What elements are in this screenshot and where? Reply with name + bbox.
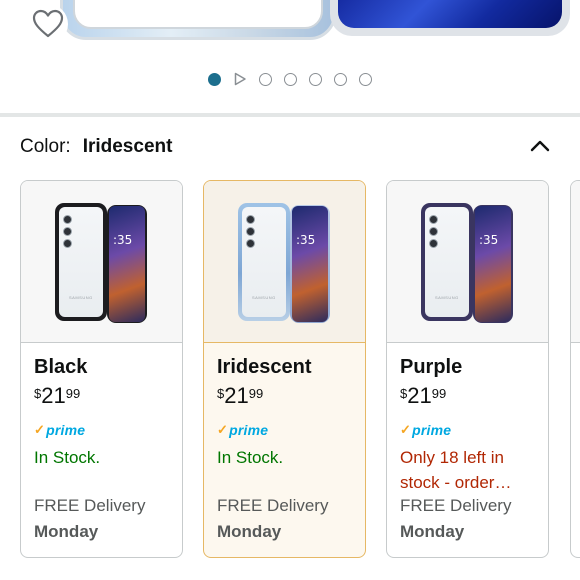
delivery-info: FREE Delivery Monday bbox=[400, 496, 512, 541]
prime-badge: ✓ prime bbox=[34, 422, 86, 438]
carousel-dot[interactable] bbox=[334, 72, 347, 86]
section-divider bbox=[0, 113, 580, 117]
color-selector-header[interactable]: Color: Iridescent bbox=[20, 134, 560, 160]
product-image-case-back bbox=[60, 0, 336, 40]
selected-color-value: Iridescent bbox=[82, 136, 173, 157]
color-variant-card-purple[interactable]: SAMSUNG :35 Purple $21 99 ✓ prime Only 18 … bbox=[386, 180, 549, 558]
variant-image: SAMSUNG :35 bbox=[204, 181, 365, 343]
prime-badge: ✓ prime bbox=[217, 422, 269, 438]
prime-check-icon: ✓ bbox=[217, 422, 229, 437]
variant-name: Purple bbox=[400, 356, 463, 378]
variant-image: SAMSUNG :35 bbox=[21, 181, 182, 343]
availability-text: Only 18 left in stock - order… bbox=[400, 448, 512, 492]
variant-price: $21 99 bbox=[400, 383, 447, 408]
carousel-video-play-icon[interactable] bbox=[233, 72, 247, 86]
color-variant-card-iridescent[interactable]: SAMSUNG :35 Iridescent $21 99 ✓ prime In S… bbox=[203, 180, 366, 558]
delivery-info: FREE Delivery Monday bbox=[217, 496, 329, 541]
availability-text: In Stock. bbox=[34, 448, 101, 467]
chevron-up-icon[interactable] bbox=[528, 134, 552, 158]
prime-check-icon: ✓ bbox=[34, 422, 46, 437]
carousel-dot[interactable] bbox=[284, 72, 297, 86]
variant-name: Iridescent bbox=[217, 356, 312, 378]
variant-price: $21 99 bbox=[217, 383, 264, 408]
carousel-dot[interactable] bbox=[309, 72, 322, 86]
delivery-info: FREE Delivery Monday bbox=[34, 496, 146, 541]
product-image-case-front bbox=[330, 0, 570, 36]
product-image-carousel[interactable] bbox=[0, 0, 580, 112]
carousel-dot[interactable] bbox=[259, 72, 272, 86]
prime-badge: ✓ prime bbox=[400, 422, 452, 438]
availability-text: In Stock. bbox=[217, 448, 284, 467]
color-variant-card-black[interactable]: SAMSUNG :35 Black $21 99 ✓ prime In Stock.… bbox=[20, 180, 183, 558]
color-label: Color: bbox=[20, 136, 71, 157]
carousel-dot[interactable] bbox=[359, 72, 372, 86]
color-variant-list: SAMSUNG :35 Black $21 99 ✓ prime In Stock.… bbox=[20, 180, 580, 558]
color-variant-card-next[interactable] bbox=[570, 180, 580, 558]
prime-check-icon: ✓ bbox=[400, 422, 412, 437]
wishlist-heart-icon[interactable] bbox=[28, 4, 68, 44]
variant-image: SAMSUNG :35 bbox=[387, 181, 548, 343]
variant-price: $21 99 bbox=[34, 383, 81, 408]
carousel-dot-active[interactable] bbox=[208, 72, 221, 86]
variant-name: Black bbox=[34, 356, 88, 378]
carousel-indicators[interactable] bbox=[0, 70, 580, 88]
variant-image bbox=[571, 181, 580, 343]
